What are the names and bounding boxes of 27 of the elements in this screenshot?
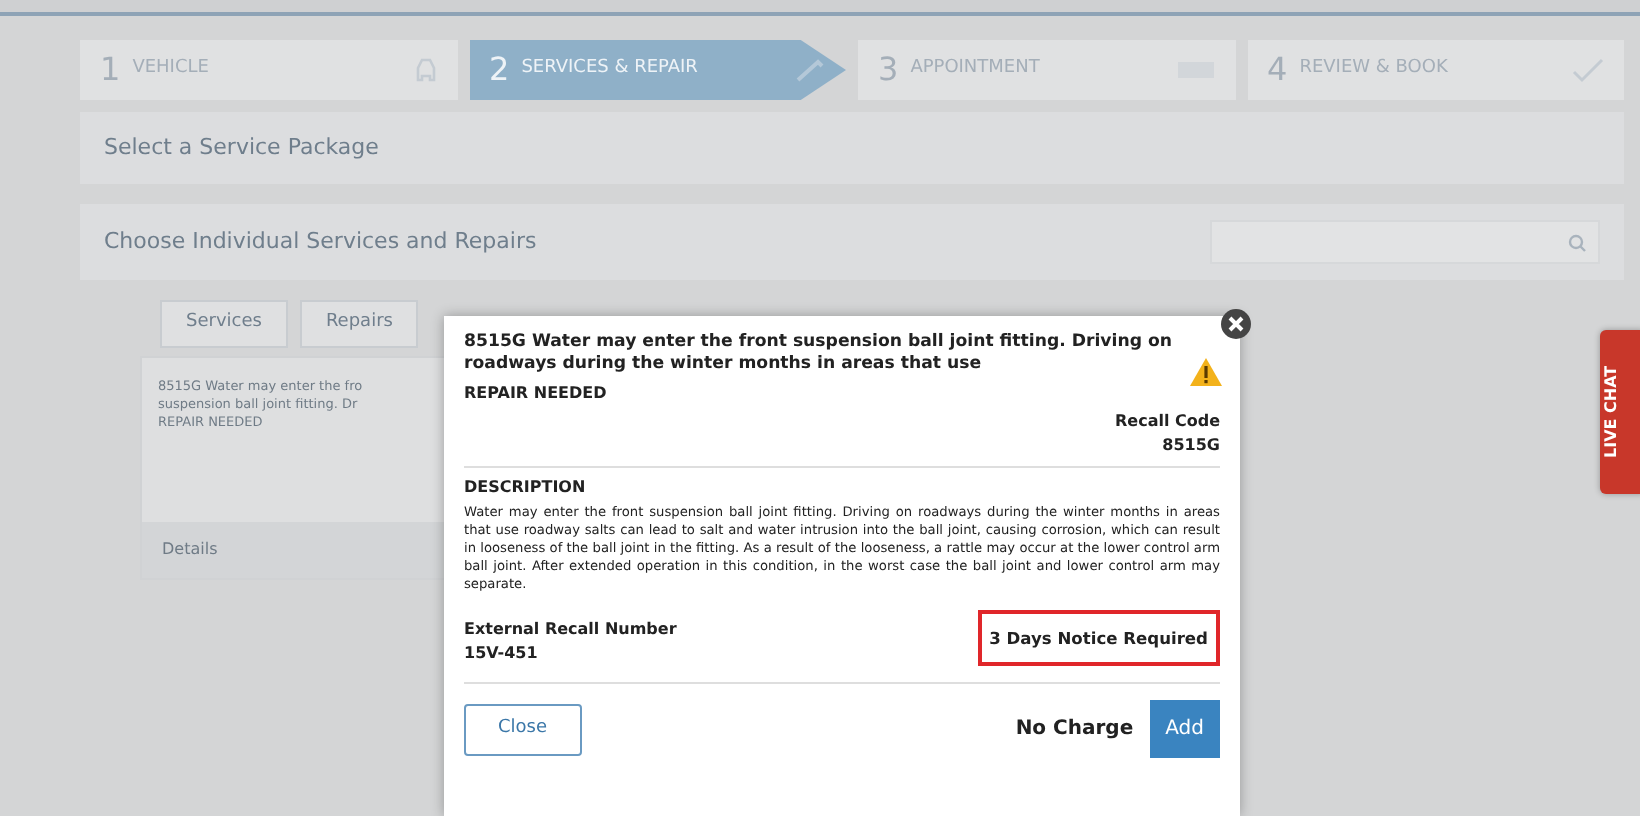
panel-title[interactable]: Select a Service Package [104, 131, 379, 165]
details-link[interactable]: Details [162, 538, 218, 562]
status-label: REPAIR NEEDED [464, 382, 609, 407]
step-tab[interactable]: 1 VEHICLE [80, 40, 457, 100]
panel-title[interactable]: Choose Individual Services and Repairs [104, 225, 537, 259]
modal-title: 8515G Water may enter the front suspension ball joint fitting. Driving on roadways during the winter months in areas that use [464, 332, 1174, 375]
search-icon [1568, 233, 1586, 251]
step-tab[interactable]: 3 APPOINTMENT [858, 40, 1235, 100]
live-chat-button[interactable]: LIVE CHAT [1600, 330, 1640, 494]
check-icon [1572, 56, 1604, 84]
field-label: External Recall Number [464, 618, 677, 643]
tab[interactable]: Repairs [299, 300, 419, 348]
external-recall-number: 15V-451 [464, 642, 540, 667]
step-tab[interactable]: 2 SERVICES & REPAIR [469, 40, 846, 100]
field-label: Recall Code [1112, 410, 1220, 435]
recall-code: 8515G [1160, 434, 1220, 459]
price-text: No Charge [1015, 716, 1134, 745]
close-icon[interactable] [1220, 308, 1252, 340]
section-heading: DESCRIPTION [464, 476, 588, 501]
warning-icon [1188, 356, 1224, 388]
add-button[interactable]: Add [1149, 700, 1220, 759]
car-icon [413, 56, 437, 84]
search-field[interactable] [1210, 220, 1600, 264]
notice-text: 3 Days Notice Required [977, 609, 1220, 667]
step-tab[interactable]: 4 REVIEW & BOOK [1247, 40, 1624, 100]
tab[interactable]: Services [160, 300, 288, 348]
close-button[interactable]: Close [464, 704, 582, 756]
